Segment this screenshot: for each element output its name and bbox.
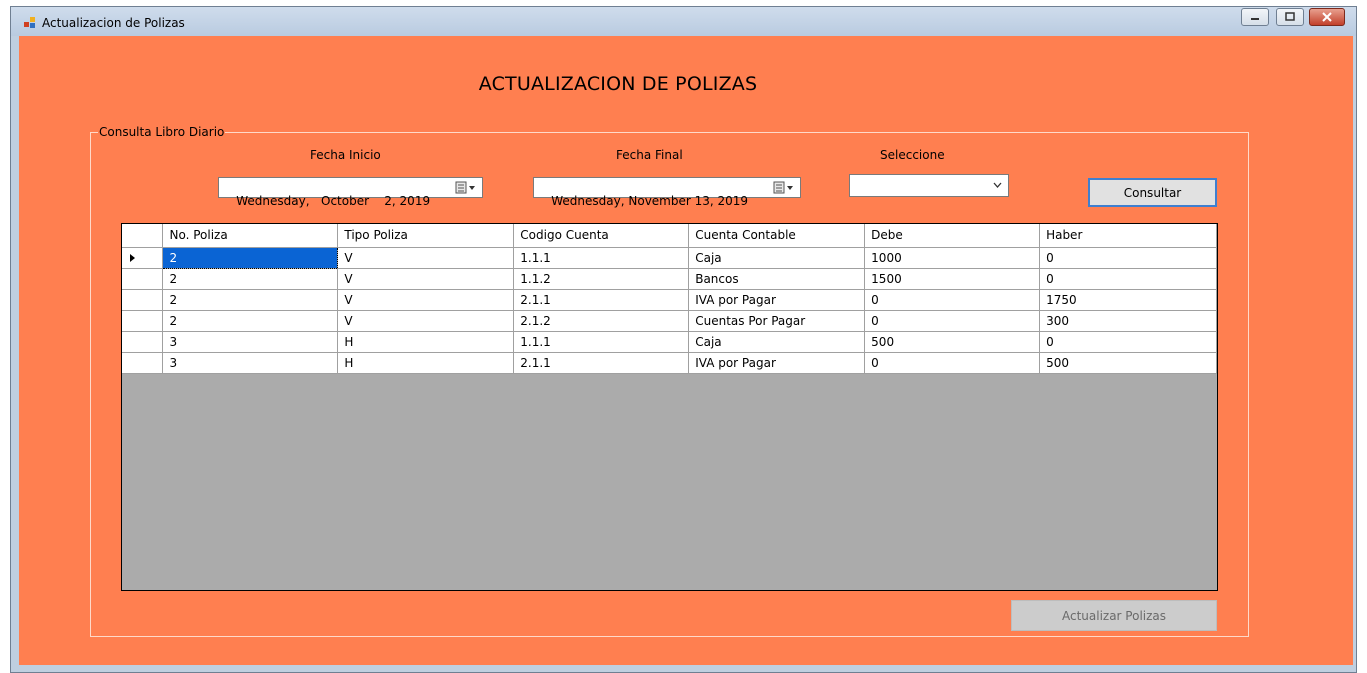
consultar-button[interactable]: Consultar (1088, 178, 1217, 207)
table-cell[interactable]: 300 (1039, 310, 1217, 332)
table-row[interactable]: 2 V 2.1.1 IVA por Pagar 0 1750 (122, 289, 1217, 311)
table-row[interactable]: 3 H 2.1.1 IVA por Pagar 0 500 (122, 352, 1217, 374)
row-header[interactable] (122, 331, 164, 353)
calendar-dropdown-icon[interactable] (773, 181, 797, 194)
table-cell[interactable]: 1.1.1 (513, 247, 690, 269)
fecha-final-value: Wednesday, November 13, 2019 (551, 194, 749, 208)
row-header-corner (122, 224, 164, 248)
polizas-datagrid[interactable]: No. Poliza Tipo Poliza Codigo Cuenta Cue… (121, 223, 1218, 591)
app-icon (24, 17, 36, 29)
table-cell[interactable]: IVA por Pagar (688, 352, 866, 374)
header-row: No. Poliza Tipo Poliza Codigo Cuenta Cue… (122, 224, 1217, 248)
table-cell[interactable]: Bancos (688, 268, 866, 290)
page-title: ACTUALIZACION DE POLIZAS (478, 73, 758, 95)
row-header[interactable] (122, 352, 164, 374)
row-header[interactable] (122, 268, 164, 290)
table-cell[interactable]: 2 (162, 246, 339, 269)
column-header-cuenta-contable[interactable]: Cuenta Contable (688, 224, 866, 248)
table-cell[interactable]: 2 (162, 310, 339, 332)
close-icon (1322, 12, 1332, 22)
seleccione-label: Seleccione (880, 148, 945, 162)
row-header[interactable] (122, 310, 164, 332)
row-header[interactable] (122, 289, 164, 311)
title-bar[interactable]: Actualizacion de Polizas (11, 7, 1356, 36)
chevron-down-icon (993, 182, 1002, 188)
table-row[interactable]: 2 V 1.1.1 Caja 1000 0 (122, 246, 1217, 269)
close-button[interactable] (1309, 8, 1345, 26)
column-header-debe[interactable]: Debe (864, 224, 1041, 248)
table-cell[interactable]: V (337, 247, 515, 269)
window-title: Actualizacion de Polizas (42, 16, 185, 30)
table-cell[interactable]: Caja (688, 247, 866, 269)
table-cell[interactable]: V (337, 310, 515, 332)
seleccione-combobox[interactable] (849, 174, 1009, 197)
table-cell[interactable]: 2 (162, 268, 339, 290)
table-cell[interactable]: 1.1.2 (513, 268, 690, 290)
table-cell[interactable]: 0 (864, 289, 1041, 311)
table-cell[interactable]: 1500 (864, 268, 1041, 290)
table-cell[interactable]: 0 (864, 352, 1041, 374)
column-header-codigo-cuenta[interactable]: Codigo Cuenta (513, 224, 690, 248)
calendar-dropdown-icon[interactable] (455, 181, 479, 194)
maximize-button[interactable] (1276, 8, 1304, 26)
maximize-icon (1285, 12, 1295, 21)
table-cell[interactable]: V (337, 289, 515, 311)
table-cell[interactable]: 0 (1039, 247, 1217, 269)
table-row[interactable]: 2 V 2.1.2 Cuentas Por Pagar 0 300 (122, 310, 1217, 332)
table-cell[interactable]: 2.1.2 (513, 310, 690, 332)
form-client-area: ACTUALIZACION DE POLIZAS Consulta Libro … (19, 36, 1353, 665)
actualizar-polizas-button[interactable]: Actualizar Polizas (1011, 600, 1217, 631)
table-cell[interactable]: 1.1.1 (513, 331, 690, 353)
table-cell[interactable]: H (337, 331, 515, 353)
table-cell[interactable]: 3 (162, 331, 339, 353)
minimize-icon (1251, 18, 1259, 20)
polizas-table: No. Poliza Tipo Poliza Codigo Cuenta Cue… (122, 224, 1217, 374)
table-cell[interactable]: 0 (1039, 331, 1217, 353)
table-row[interactable]: 3 H 1.1.1 Caja 500 0 (122, 331, 1217, 353)
table-cell[interactable]: IVA por Pagar (688, 289, 866, 311)
table-cell[interactable]: Caja (688, 331, 866, 353)
column-header-haber[interactable]: Haber (1039, 224, 1217, 248)
table-cell[interactable]: 1750 (1039, 289, 1217, 311)
row-header[interactable] (122, 247, 164, 269)
table-cell[interactable]: 3 (162, 352, 339, 374)
table-cell[interactable]: 0 (864, 310, 1041, 332)
table-cell[interactable]: 1000 (864, 247, 1041, 269)
column-header-no-poliza[interactable]: No. Poliza (162, 224, 339, 248)
table-cell[interactable]: Cuentas Por Pagar (688, 310, 866, 332)
fecha-final-label: Fecha Final (616, 148, 683, 162)
table-cell[interactable]: 2.1.1 (513, 352, 690, 374)
fecha-final-picker[interactable]: Wednesday, November 13, 2019 (533, 177, 801, 208)
fecha-inicio-label: Fecha Inicio (310, 148, 381, 162)
current-row-arrow-icon (130, 253, 135, 262)
fecha-inicio-picker[interactable]: Wednesday, October 2, 2019 (218, 177, 483, 208)
table-cell[interactable]: 2.1.1 (513, 289, 690, 311)
table-cell[interactable]: V (337, 268, 515, 290)
table-cell[interactable]: H (337, 352, 515, 374)
table-cell[interactable]: 500 (864, 331, 1041, 353)
minimize-button[interactable] (1241, 8, 1269, 26)
table-cell[interactable]: 2 (162, 289, 339, 311)
table-cell[interactable]: 500 (1039, 352, 1217, 374)
fecha-inicio-value: Wednesday, October 2, 2019 (236, 194, 431, 208)
column-header-tipo-poliza[interactable]: Tipo Poliza (337, 224, 515, 248)
table-row[interactable]: 2 V 1.1.2 Bancos 1500 0 (122, 268, 1217, 290)
table-cell[interactable]: 0 (1039, 268, 1217, 290)
groupbox-label: Consulta Libro Diario (98, 125, 226, 139)
